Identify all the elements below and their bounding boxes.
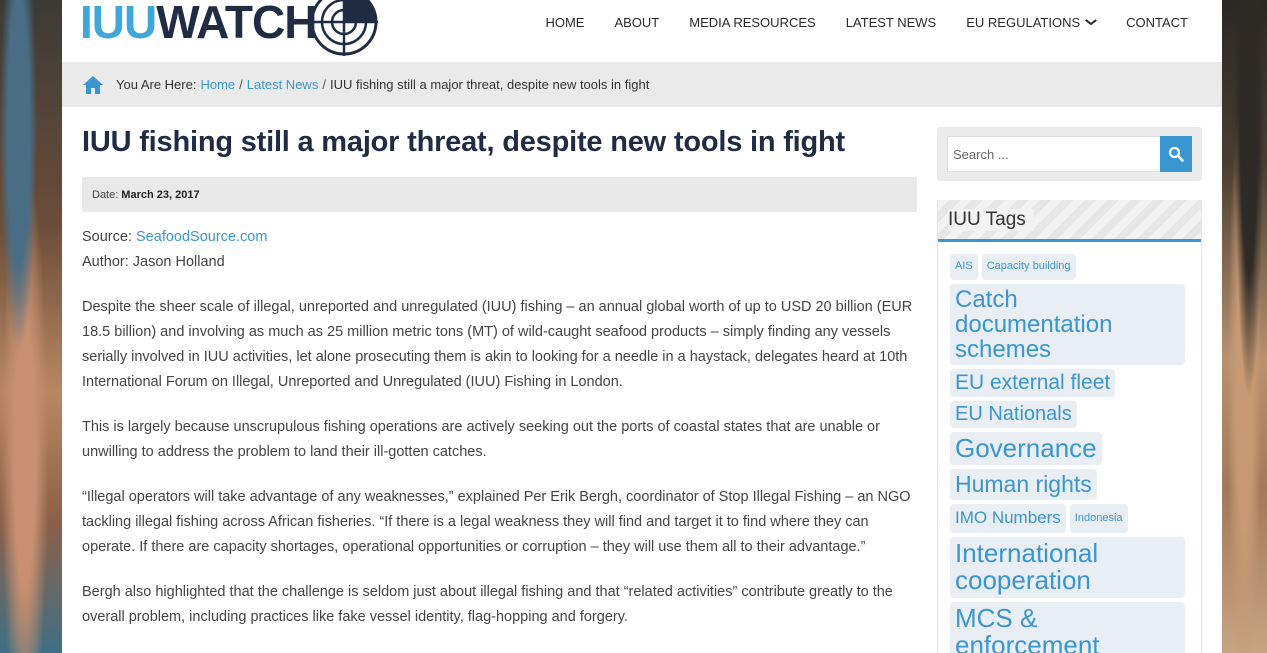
breadcrumb-prefix: You Are Here: <box>116 77 197 92</box>
nav-about[interactable]: ABOUT <box>614 12 659 32</box>
tag-indonesia[interactable]: Indonesia <box>1069 503 1128 534</box>
nav-home-label: HOME <box>545 14 585 30</box>
breadcrumb-latest-news-link[interactable]: Latest News <box>247 77 319 92</box>
background-photo-left <box>0 0 62 653</box>
nav-eu-regulations[interactable]: EU REGULATIONS <box>966 12 1098 32</box>
page-title: IUU fishing still a major threat, despit… <box>82 126 846 158</box>
chevron-down-icon <box>1085 19 1098 26</box>
sidebar: IUU Tags AIS Capacity building Catch doc… <box>937 127 1202 653</box>
article-content: Source: SeafoodSource.com Author: Jason … <box>82 225 917 630</box>
search-button[interactable] <box>1160 136 1192 172</box>
article-date-bar: Date: March 23, 2017 <box>82 177 917 212</box>
tag-governance[interactable]: Governance <box>950 432 1102 466</box>
tag-ais[interactable]: AIS <box>950 254 978 280</box>
tag-human-rights[interactable]: Human rights <box>950 469 1097 500</box>
site-logo[interactable]: IUU WATCH <box>80 0 317 52</box>
tag-cloud: AIS Capacity building Catch documentatio… <box>938 242 1201 653</box>
article-main: IUU fishing still a major threat, despit… <box>82 107 917 650</box>
nav-media-resources-label: MEDIA RESOURCES <box>689 14 816 30</box>
nav-eu-regulations-label: EU REGULATIONS <box>966 14 1081 30</box>
logo-target-icon <box>310 0 378 56</box>
nav-contact-label: CONTACT <box>1126 14 1188 30</box>
background-photo-right <box>1222 0 1267 653</box>
tag-mcs-enforcement[interactable]: MCS & enforcement <box>950 601 1185 653</box>
tags-widget-title: IUU Tags <box>948 208 1034 231</box>
home-icon <box>83 75 103 94</box>
breadcrumb: You Are Here: Home / Latest News / IUU f… <box>62 62 1222 107</box>
search-widget <box>937 127 1202 181</box>
tag-eu-nationals[interactable]: EU Nationals <box>950 401 1077 429</box>
breadcrumb-separator: / <box>322 77 326 92</box>
tag-imo-numbers[interactable]: IMO Numbers <box>950 503 1066 534</box>
nav-latest-news-label: LATEST NEWS <box>845 14 937 30</box>
article-date: March 23, 2017 <box>121 188 200 201</box>
logo-text-iuu: IUU <box>80 0 157 48</box>
article-paragraph: Bergh also highlighted that the challeng… <box>82 584 893 625</box>
tag-capacity-building[interactable]: Capacity building <box>981 254 1076 280</box>
article-paragraph: This is largely because unscrupulous fis… <box>82 419 880 460</box>
search-input[interactable] <box>947 136 1160 172</box>
tags-widget-header: IUU Tags <box>938 200 1201 242</box>
tag-international-cooperation[interactable]: International cooperation <box>950 537 1185 598</box>
date-label: Date: <box>92 188 119 201</box>
article-paragraph: “Illegal operators will take advantage o… <box>82 489 911 555</box>
source-label: Source: <box>82 229 132 245</box>
tag-eu-external-fleet[interactable]: EU external fleet <box>950 369 1116 398</box>
nav-home[interactable]: HOME <box>545 12 584 32</box>
search-icon <box>1168 146 1184 162</box>
breadcrumb-current: IUU fishing still a major threat, despit… <box>329 77 650 92</box>
nav-latest-news[interactable]: LATEST NEWS <box>846 12 937 32</box>
logo-text-watch: WATCH <box>156 0 317 48</box>
tags-widget: IUU Tags AIS Capacity building Catch doc… <box>937 200 1202 653</box>
page-container: IUU WATCH HOME ABOUT MEDIA RESOURCES LATE… <box>62 0 1222 653</box>
site-header: IUU WATCH HOME ABOUT MEDIA RESOURCES LATE… <box>62 0 1222 62</box>
nav-media-resources[interactable]: MEDIA RESOURCES <box>689 12 815 32</box>
author-line: Author: Jason Holland <box>82 254 225 270</box>
nav-about-label: ABOUT <box>614 14 660 30</box>
source-link[interactable]: SeafoodSource.com <box>136 229 267 245</box>
breadcrumb-home-link[interactable]: Home <box>200 77 235 92</box>
nav-contact[interactable]: CONTACT <box>1126 12 1188 32</box>
breadcrumb-separator: / <box>239 77 243 92</box>
source-author: Source: SeafoodSource.com Author: Jason … <box>82 225 917 275</box>
tag-catch-documentation-schemes[interactable]: Catch documentation schemes <box>950 283 1185 366</box>
article-paragraph: Despite the sheer scale of illegal, unre… <box>82 299 913 390</box>
main-navigation: HOME ABOUT MEDIA RESOURCES LATEST NEWS E… <box>515 12 1188 32</box>
